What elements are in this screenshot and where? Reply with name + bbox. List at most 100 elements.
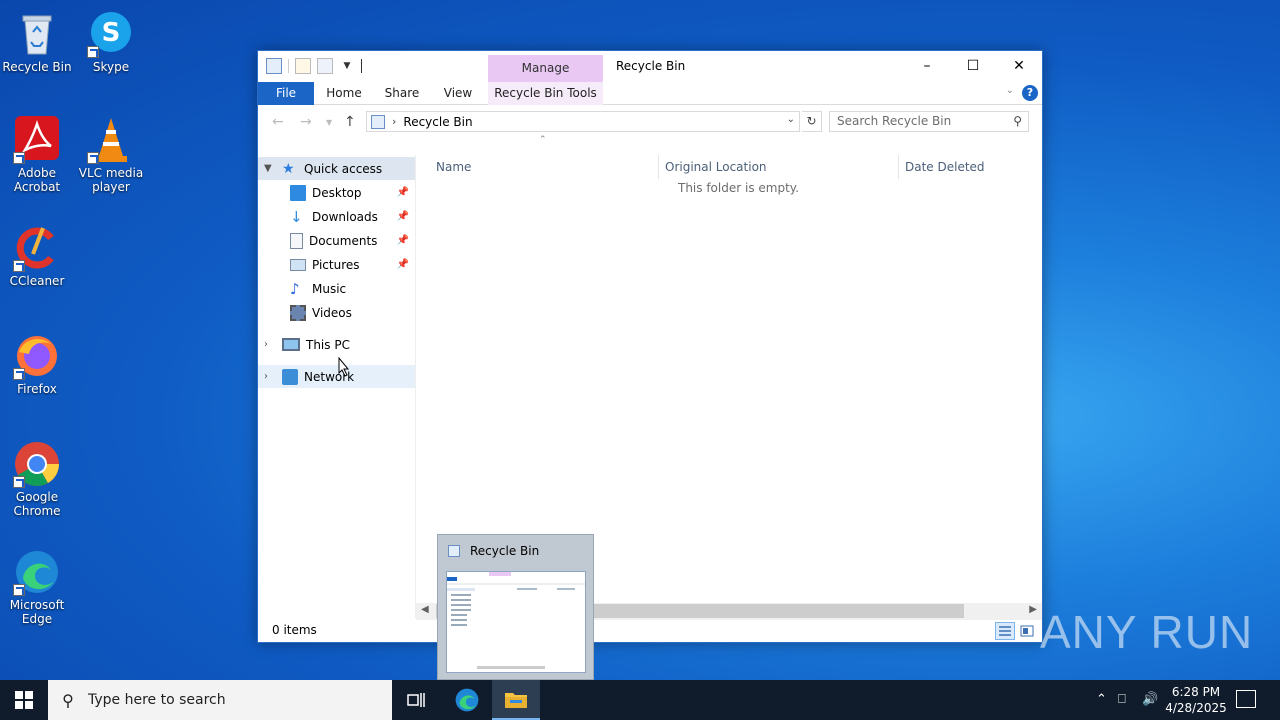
desktop-icon-label: CCleaner — [9, 274, 65, 288]
clock-time: 6:28 PM — [1171, 685, 1221, 699]
network-icon — [282, 368, 298, 385]
desktop-icon-adobe-acrobat[interactable]: Adobe Acrobat — [0, 116, 74, 194]
details-view-icon[interactable] — [995, 622, 1015, 640]
nav-label: Desktop — [312, 185, 362, 200]
tab-view[interactable]: View — [434, 82, 482, 105]
shortcut-arrow-icon — [13, 476, 25, 488]
new-folder-icon[interactable] — [317, 58, 333, 74]
address-row: ← → ▼ ↑ › Recycle Bin ⌄ ↻ Search Recycle… — [258, 105, 1042, 139]
taskbar-search-box[interactable]: ⚲ Type here to search — [48, 680, 392, 720]
desktop-icon-label: Google Chrome — [13, 490, 61, 518]
recycle-bin-small-icon[interactable] — [266, 58, 282, 74]
minimize-button[interactable]: – — [904, 51, 950, 81]
network-tray-icon[interactable]: ⎕ — [1118, 692, 1126, 707]
star-icon: ★ — [282, 160, 295, 177]
skype-icon: S — [87, 10, 135, 58]
customize-qat-chevron-icon[interactable]: ▼ — [339, 58, 355, 74]
desktop-icon-microsoft-edge[interactable]: Microsoft Edge — [0, 548, 74, 626]
desktop-icon-google-chrome[interactable]: Google Chrome — [0, 440, 74, 518]
search-input[interactable]: Search Recycle Bin ⚲ — [829, 111, 1029, 132]
nav-documents[interactable]: Documents 📌 — [258, 229, 415, 252]
quick-access-toolbar: ▼ — [266, 58, 362, 74]
shortcut-arrow-icon — [87, 152, 99, 164]
expand-ribbon-chevron-icon[interactable]: ⌄ — [1006, 85, 1014, 96]
recycle-bin-small-icon — [448, 545, 460, 557]
adobe-acrobat-icon — [13, 116, 61, 164]
pin-icon: 📌 — [396, 211, 409, 222]
explorer-window[interactable]: ▼ Manage Recycle Bin – ☐ ✕ File Home Sha… — [257, 50, 1043, 643]
pin-icon: 📌 — [396, 235, 409, 246]
search-placeholder: Search Recycle Bin — [837, 114, 952, 128]
column-header-name[interactable]: Name — [430, 155, 659, 179]
desktop-icon-label: Recycle Bin — [2, 60, 72, 74]
properties-icon[interactable] — [295, 58, 311, 74]
refresh-icon[interactable]: ↻ — [802, 111, 822, 132]
desktop-icon-vlc[interactable]: VLC media player — [74, 116, 148, 194]
nav-label: Documents — [309, 233, 378, 248]
system-clock[interactable]: 6:28 PM 4/28/2025 — [1162, 684, 1230, 716]
desktop-icon-ccleaner[interactable]: CCleaner — [0, 224, 74, 288]
breadcrumb-separator-icon[interactable]: › — [392, 115, 396, 128]
anyrun-watermark: ANY RUN — [1040, 606, 1254, 658]
mouse-cursor-icon — [338, 357, 350, 377]
scroll-left-icon[interactable]: ◀ — [421, 604, 429, 615]
volume-icon[interactable]: 🔊 — [1142, 692, 1158, 707]
nav-this-pc[interactable]: › This PC — [258, 333, 415, 356]
recycle-bin-icon — [13, 10, 61, 58]
title-bar[interactable]: ▼ Manage Recycle Bin – ☐ ✕ — [258, 51, 1042, 82]
column-header-original-location[interactable]: Original Location — [659, 155, 899, 179]
item-count: 0 items — [272, 623, 317, 637]
desktop-icon-recycle-bin[interactable]: Recycle Bin — [0, 10, 74, 74]
pin-icon: 📌 — [396, 187, 409, 198]
nav-downloads[interactable]: ↓ Downloads 📌 — [258, 205, 415, 228]
maximize-button[interactable]: ☐ — [950, 51, 996, 81]
scroll-right-icon[interactable]: ▶ — [1029, 604, 1037, 615]
expand-chevron-icon[interactable]: › — [264, 339, 274, 350]
taskbar-edge-button[interactable] — [443, 680, 491, 720]
search-icon[interactable]: ⚲ — [1013, 112, 1022, 131]
desktop-icon-label: Adobe Acrobat — [13, 166, 61, 194]
nav-quick-access[interactable]: ▼ ★ Quick access — [258, 157, 415, 180]
sort-ascending-icon: ⌃ — [539, 135, 547, 145]
start-button[interactable] — [0, 680, 48, 720]
nav-music[interactable]: ♪ Music — [258, 277, 415, 300]
film-strip-icon — [290, 304, 306, 321]
large-icons-view-icon[interactable] — [1017, 622, 1037, 640]
taskbar-thumbnail-preview[interactable]: Recycle Bin — [437, 534, 594, 680]
breadcrumb-recycle-bin[interactable]: Recycle Bin — [403, 115, 472, 129]
manage-context-tab[interactable]: Manage — [488, 55, 603, 82]
help-icon[interactable]: ? — [1022, 85, 1038, 101]
back-arrow-icon[interactable]: ← — [272, 114, 284, 130]
nav-network[interactable]: › Network — [258, 365, 415, 388]
up-arrow-icon[interactable]: ↑ — [344, 114, 356, 130]
tab-file[interactable]: File — [258, 82, 314, 105]
nav-pictures[interactable]: Pictures 📌 — [258, 253, 415, 276]
tab-recycle-bin-tools[interactable]: Recycle Bin Tools — [488, 82, 603, 105]
desktop-icon-skype[interactable]: S Skype — [74, 10, 148, 74]
forward-arrow-icon[interactable]: → — [300, 114, 312, 130]
tab-home[interactable]: Home — [320, 82, 368, 105]
navigation-pane: ▼ ★ Quick access Desktop 📌 ↓ Downloads 📌… — [258, 155, 416, 618]
address-dropdown-icon[interactable]: ⌄ — [787, 114, 795, 125]
nav-desktop[interactable]: Desktop 📌 — [258, 181, 415, 204]
taskbar-file-explorer-button[interactable] — [492, 680, 540, 720]
recent-locations-chevron-icon[interactable]: ▼ — [326, 118, 332, 127]
close-button[interactable]: ✕ — [996, 51, 1042, 81]
expand-chevron-icon[interactable]: › — [264, 371, 274, 382]
nav-label: Downloads — [312, 209, 378, 224]
task-view-button[interactable] — [392, 680, 440, 720]
nav-videos[interactable]: Videos — [258, 301, 415, 324]
windows-logo-icon — [15, 691, 33, 709]
address-bar[interactable]: › Recycle Bin ⌄ — [366, 111, 800, 132]
notification-center-icon[interactable] — [1236, 690, 1256, 708]
empty-folder-message: This folder is empty. — [678, 181, 799, 195]
nav-label: Pictures — [312, 257, 360, 272]
ccleaner-icon — [13, 224, 61, 272]
tab-share[interactable]: Share — [378, 82, 426, 105]
nav-label: Quick access — [304, 161, 383, 176]
column-header-date-deleted[interactable]: Date Deleted — [899, 155, 1039, 179]
pin-icon: 📌 — [396, 259, 409, 270]
collapse-chevron-icon[interactable]: ▼ — [264, 163, 274, 174]
desktop-icon-firefox[interactable]: Firefox — [0, 332, 74, 396]
show-hidden-icons-chevron-icon[interactable]: ⌃ — [1096, 692, 1107, 707]
